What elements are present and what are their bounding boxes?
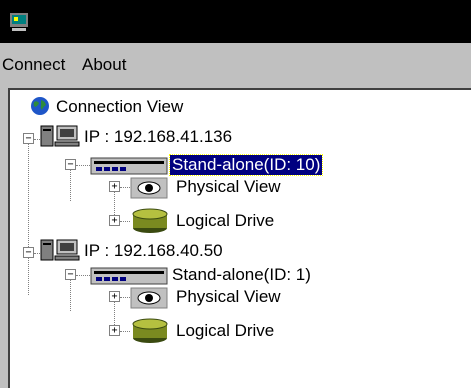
controller-icon: [90, 157, 168, 175]
controller-icon: [90, 267, 168, 285]
tree-physical-view[interactable]: Physical View: [176, 287, 281, 307]
tree-physical-view[interactable]: Physical View: [176, 177, 281, 197]
expand-icon[interactable]: +: [109, 215, 120, 226]
tree-logical-drive[interactable]: Logical Drive: [176, 321, 274, 341]
tree-host-ip[interactable]: IP : 192.168.41.136: [84, 127, 232, 147]
tree-controller-selected[interactable]: Stand-alone(ID: 10): [168, 154, 324, 176]
title-bar: [0, 0, 471, 43]
menu-about[interactable]: About: [82, 55, 126, 75]
expand-icon[interactable]: +: [109, 291, 120, 302]
app-icon[interactable]: [8, 11, 30, 33]
expand-icon[interactable]: +: [109, 181, 120, 192]
computer-icon: [40, 125, 80, 147]
eye-icon: [130, 177, 168, 199]
collapse-icon[interactable]: −: [65, 159, 76, 170]
logical-drive-icon: [132, 318, 168, 343]
tree-logical-drive[interactable]: Logical Drive: [176, 211, 274, 231]
computer-icon: [40, 239, 80, 261]
menu-connect[interactable]: Connect: [2, 55, 65, 75]
collapse-icon[interactable]: −: [23, 133, 34, 144]
connection-tree[interactable]: Connection View − IP : 192.168.41.136 − …: [8, 88, 471, 388]
expand-icon[interactable]: +: [109, 325, 120, 336]
tree-host-ip[interactable]: IP : 192.168.40.50: [84, 241, 223, 261]
logical-drive-icon: [132, 208, 168, 233]
menu-bar: Connect About: [0, 43, 471, 85]
tree-controller[interactable]: Stand-alone(ID: 1): [172, 265, 311, 285]
tree-root-connection-view[interactable]: Connection View: [56, 97, 183, 117]
eye-icon: [130, 287, 168, 309]
globe-icon: [31, 97, 49, 115]
collapse-icon[interactable]: −: [65, 269, 76, 280]
collapse-icon[interactable]: −: [23, 247, 34, 258]
